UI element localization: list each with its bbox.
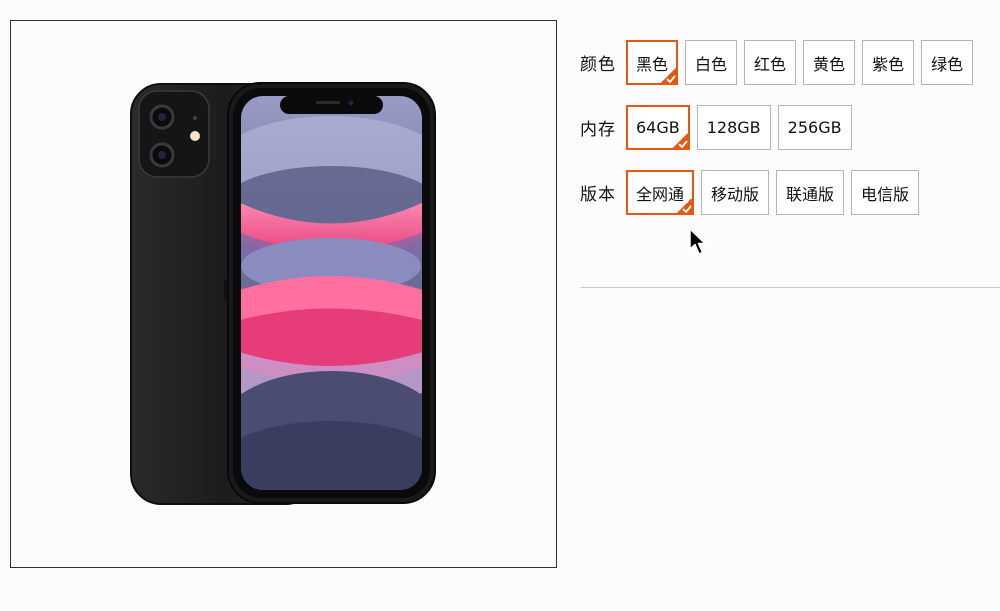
mouse-pointer-icon <box>689 228 706 255</box>
option-storage-128gb[interactable]: 128GB <box>696 105 771 150</box>
divider <box>581 287 1000 288</box>
spec-row-storage: 内存 64GB 128GB 256GB <box>580 105 1000 150</box>
option-storage-256gb[interactable]: 256GB <box>777 105 852 150</box>
option-color-green[interactable]: 绿色 <box>921 40 974 85</box>
option-label: 256GB <box>787 118 842 137</box>
option-label: 红色 <box>754 54 787 74</box>
checkmark-icon <box>675 198 694 214</box>
spec-label-version: 版本 <box>580 185 616 205</box>
product-image <box>10 20 557 568</box>
option-label: 黄色 <box>813 54 846 74</box>
option-label: 联通版 <box>786 184 835 204</box>
option-storage-64gb[interactable]: 64GB <box>626 105 690 150</box>
checkmark-icon <box>670 133 689 149</box>
spec-row-version: 版本 全网通 移动版 联通版 电信版 <box>580 170 1000 215</box>
spec-label-storage: 内存 <box>580 120 616 140</box>
option-version-telecom[interactable]: 电信版 <box>851 170 920 215</box>
option-label: 白色 <box>695 54 728 74</box>
option-color-red[interactable]: 红色 <box>744 40 797 85</box>
spec-selector: 颜色 黑色 白色 红色 黄色 紫色 绿色 内存 64GB 128GB 256GB… <box>580 40 1000 235</box>
spec-label-color: 颜色 <box>580 55 616 75</box>
smartphone-icon <box>130 82 436 505</box>
option-list-color: 黑色 白色 红色 黄色 紫色 绿色 <box>626 40 980 85</box>
checkmark-icon <box>659 68 678 84</box>
option-color-yellow[interactable]: 黄色 <box>803 40 856 85</box>
option-version-unicom[interactable]: 联通版 <box>776 170 845 215</box>
option-list-version: 全网通 移动版 联通版 电信版 <box>626 170 926 215</box>
option-color-white[interactable]: 白色 <box>685 40 738 85</box>
option-label: 绿色 <box>931 54 964 74</box>
option-version-all-network[interactable]: 全网通 <box>626 170 695 215</box>
option-label: 电信版 <box>861 184 910 204</box>
option-label: 移动版 <box>711 184 760 204</box>
option-list-storage: 64GB 128GB 256GB <box>626 105 859 150</box>
spec-row-color: 颜色 黑色 白色 红色 黄色 紫色 绿色 <box>580 40 1000 85</box>
option-color-black[interactable]: 黑色 <box>626 40 679 85</box>
option-label: 128GB <box>706 118 761 137</box>
option-label: 紫色 <box>872 54 905 74</box>
option-color-purple[interactable]: 紫色 <box>862 40 915 85</box>
option-version-mobile[interactable]: 移动版 <box>701 170 770 215</box>
